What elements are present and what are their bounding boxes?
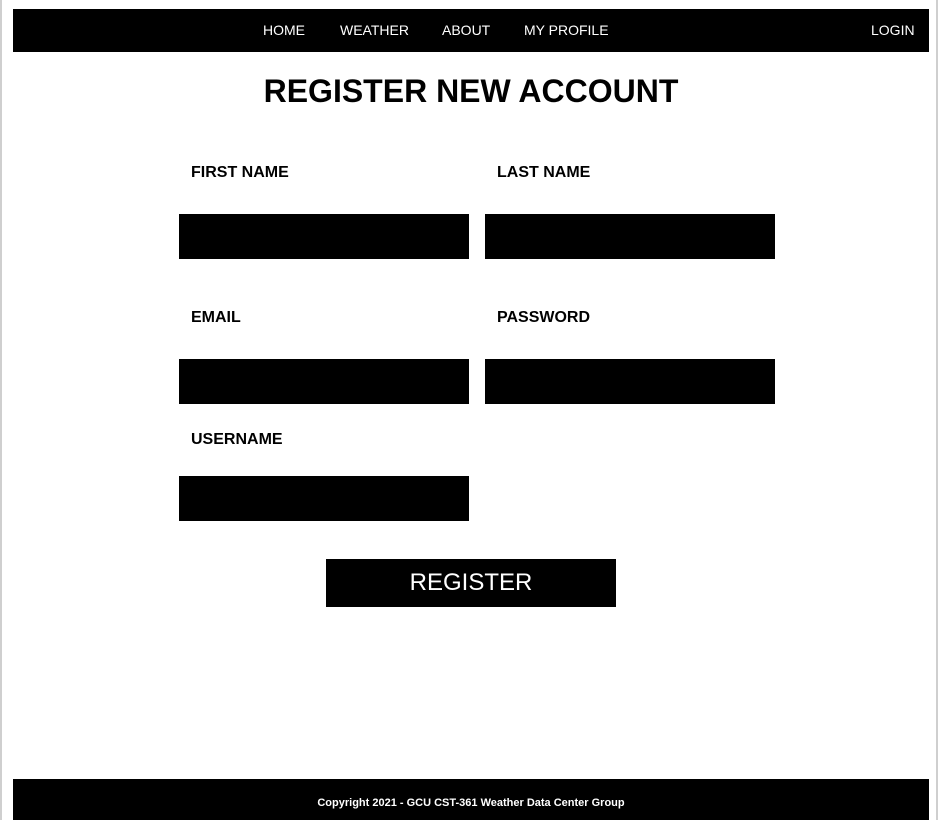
nav-my-profile-link[interactable]: MY PROFILE [524,9,609,52]
email-label: EMAIL [191,309,241,326]
last-name-input[interactable] [485,214,775,259]
email-input[interactable] [179,359,469,404]
first-name-label: FIRST NAME [191,164,289,181]
nav-weather-link[interactable]: WEATHER [340,9,409,52]
page-frame: HOME WEATHER ABOUT MY PROFILE LOGIN REGI… [0,0,938,820]
password-label: PASSWORD [497,309,591,326]
register-button[interactable]: REGISTER [326,559,616,607]
nav-about-link[interactable]: ABOUT [442,9,490,52]
username-input[interactable] [179,476,469,521]
page-footer: Copyright 2021 - GCU CST-361 Weather Dat… [13,779,929,820]
last-name-label: LAST NAME [497,164,591,181]
first-name-input[interactable] [179,214,469,259]
top-navbar: HOME WEATHER ABOUT MY PROFILE LOGIN [13,9,929,52]
password-input[interactable] [485,359,775,404]
page-title: REGISTER NEW ACCOUNT [263,73,679,109]
nav-login-link[interactable]: LOGIN [871,9,915,52]
username-label: USERNAME [191,431,283,448]
nav-home-link[interactable]: HOME [263,9,305,52]
